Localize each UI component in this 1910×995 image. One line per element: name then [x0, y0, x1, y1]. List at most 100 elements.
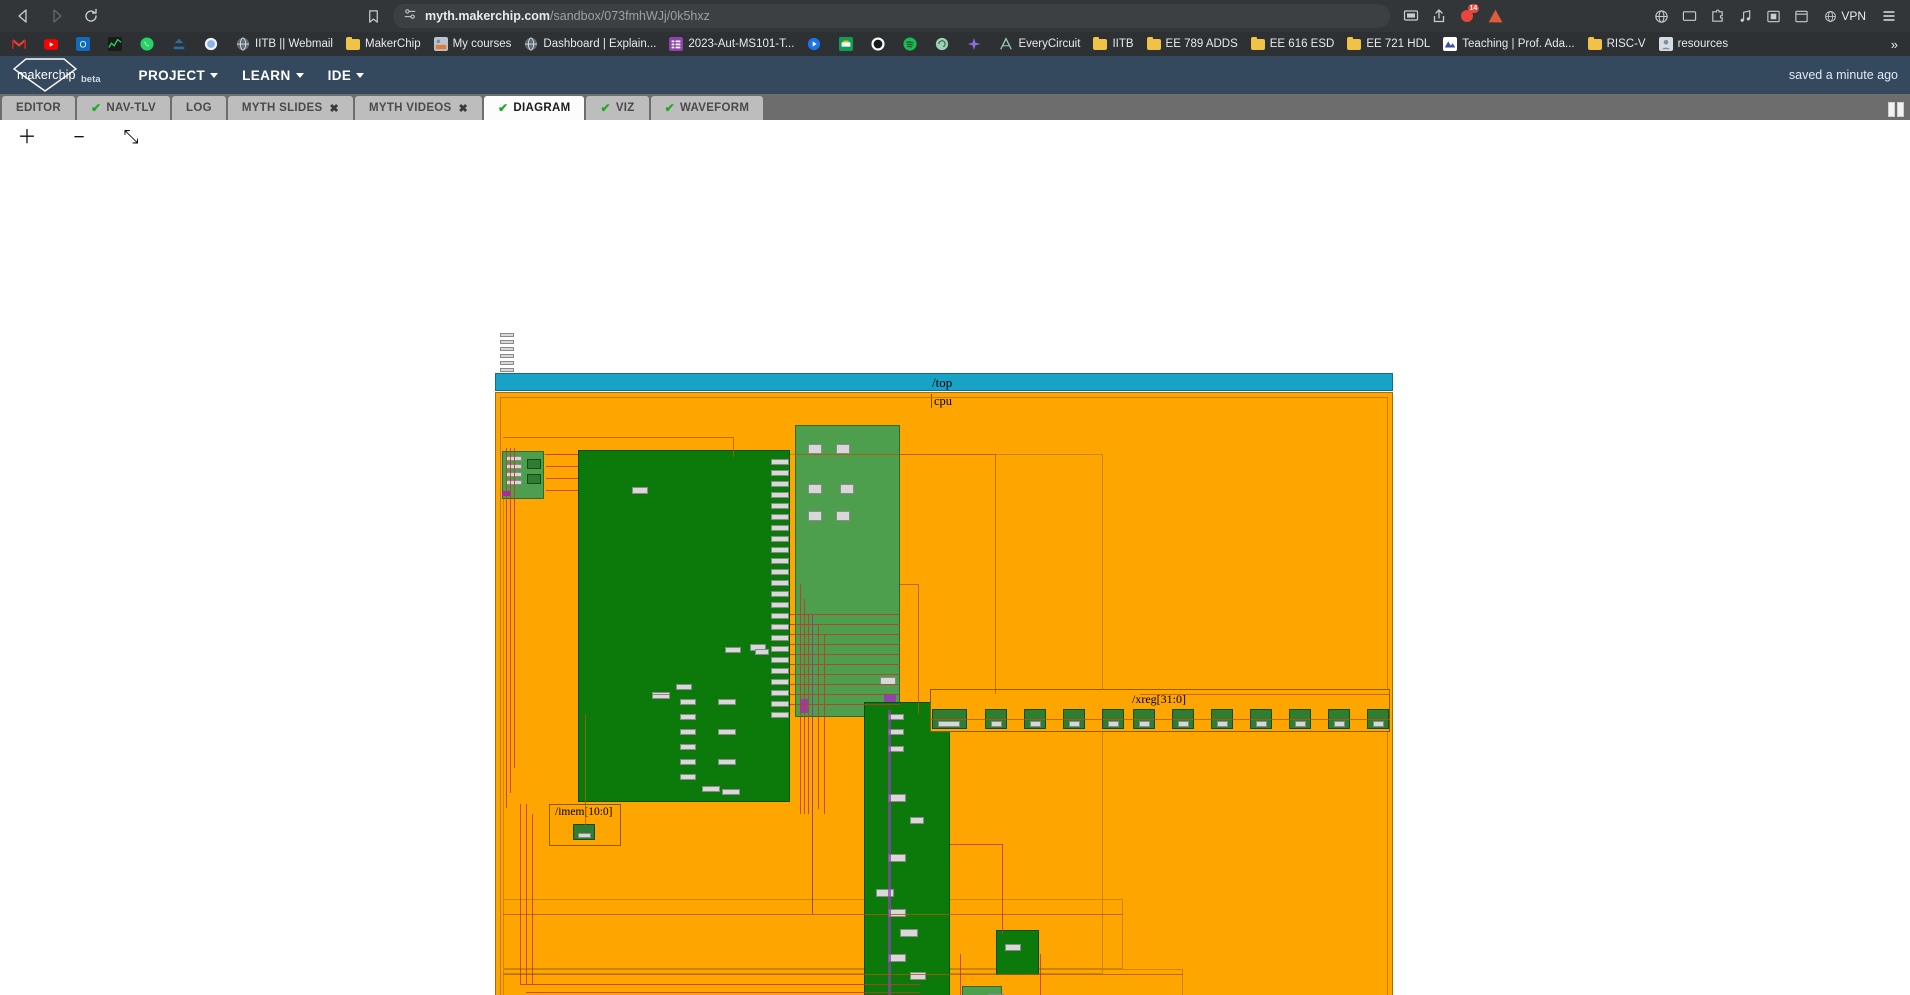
bookmark-label: My courses: [452, 38, 512, 50]
reload-icon[interactable]: [76, 1, 106, 31]
tab-nav-tlv[interactable]: ✔ NAV-TLV: [77, 96, 170, 120]
cast-icon[interactable]: [1398, 3, 1424, 29]
bookmark-item[interactable]: [929, 34, 960, 54]
close-icon[interactable]: ✖: [459, 102, 469, 115]
bookmark-item[interactable]: [134, 34, 165, 54]
zoom-out-button[interactable]: −: [66, 124, 92, 150]
forward-arrow-icon[interactable]: [42, 1, 72, 31]
panel-left-icon: [1888, 102, 1895, 117]
module-imem-label: /imem[10:0]: [555, 806, 613, 818]
bookmark-item-iitb-folder[interactable]: IITB: [1087, 34, 1139, 54]
folder-icon: [345, 37, 360, 51]
globe-icon: [524, 37, 538, 51]
tab-label: DIAGRAM: [513, 102, 571, 114]
chevron-down-icon: [295, 72, 304, 78]
zoom-in-button[interactable]: ＋: [14, 124, 40, 150]
globe-icon: [236, 37, 250, 51]
bookmark-item-ee789[interactable]: EE 789 ADDS: [1141, 34, 1244, 54]
spotify-icon: [903, 37, 918, 51]
bookmark-item-my-courses[interactable]: My courses: [428, 34, 518, 54]
bookmark-item[interactable]: [198, 34, 229, 54]
music-icon[interactable]: [1732, 3, 1758, 29]
hamburger-menu-icon[interactable]: [1876, 3, 1902, 29]
bookmark-item[interactable]: [801, 34, 832, 54]
bookmark-item-riscv[interactable]: RISC-V: [1582, 34, 1652, 54]
fit-to-screen-button[interactable]: ⤡: [118, 124, 144, 150]
bookmark-item[interactable]: [897, 34, 928, 54]
vpn-label: VPN: [1841, 9, 1866, 23]
tune-icon[interactable]: [403, 7, 417, 26]
bookmark-label: Teaching | Prof. Ada...: [1462, 38, 1575, 50]
bookmark-item-teaching[interactable]: Teaching | Prof. Ada...: [1437, 34, 1580, 54]
split-screen-icon[interactable]: [1760, 3, 1786, 29]
bookmark-item-dashboard[interactable]: Dashboard | Explain...: [518, 34, 662, 54]
bookmark-item-ee721[interactable]: EE 721 HDL: [1341, 34, 1436, 54]
menu-learn[interactable]: LEARN: [230, 62, 316, 89]
makerchip-logo[interactable]: makerchip beta: [12, 58, 101, 92]
bookmark-item[interactable]: [865, 34, 896, 54]
menu-ide[interactable]: IDE: [316, 62, 377, 89]
tab-label: LOG: [186, 102, 212, 114]
window-icon[interactable]: [1788, 3, 1814, 29]
save-status: saved a minute ago: [1788, 68, 1898, 82]
port-marker: [884, 694, 896, 702]
bookmark-item-ee616[interactable]: EE 616 ESD: [1245, 34, 1341, 54]
address-bar[interactable]: myth.makerchip.com/sandbox/073fmhWJj/0k5…: [393, 4, 1391, 28]
tab-myth-videos[interactable]: MYTH VIDEOS ✖: [354, 96, 483, 120]
whatsapp-icon: [140, 37, 154, 51]
bookmark-item[interactable]: [38, 34, 69, 54]
share-icon[interactable]: [1426, 3, 1452, 29]
tab-log[interactable]: LOG: [172, 96, 226, 120]
logic-block-pipeline[interactable]: [864, 702, 950, 995]
url-host: myth.makerchip.com: [425, 9, 551, 23]
tab-viz[interactable]: ✔ VIZ: [586, 96, 649, 120]
bookmark-item[interactable]: [833, 34, 864, 54]
logo-wordmark: makerchip: [17, 68, 76, 82]
outlook-icon: O: [76, 37, 90, 51]
extensions-icon[interactable]: 14: [1454, 3, 1480, 29]
check-icon: ✔: [664, 101, 675, 115]
check-icon: ✔: [498, 101, 509, 115]
extension-puzzle-icon[interactable]: [1704, 3, 1730, 29]
bookmark-label: 2023-Aut-MS101-T...: [688, 38, 795, 50]
bookmark-item-resources[interactable]: resources: [1653, 34, 1735, 54]
translate-icon[interactable]: [1648, 3, 1674, 29]
bookmarks-bar: O IITB || Webmail MakerChip My courses D…: [0, 32, 1910, 56]
diagram-canvas[interactable]: /top cpu /xreg[31:0] /imem[10:0]: [0, 154, 1910, 995]
navigation-buttons: [8, 1, 106, 31]
bookmark-label: RISC-V: [1606, 38, 1646, 50]
tab-waveform[interactable]: ✔ WAVEFORM: [650, 96, 764, 120]
tab-diagram[interactable]: ✔ DIAGRAM: [484, 96, 585, 120]
diagram-toolbar: ＋ − ⤡: [0, 120, 1910, 154]
extensions-badge: 14: [1467, 4, 1480, 13]
bookmark-item-everycircuit[interactable]: EveryCircuit: [993, 34, 1086, 54]
logic-block-writeback[interactable]: [996, 930, 1039, 975]
resources-icon: [1658, 37, 1673, 51]
bookmark-item[interactable]: O: [70, 34, 101, 54]
bookmark-label: EE 721 HDL: [1366, 38, 1431, 50]
back-arrow-icon[interactable]: [8, 1, 38, 31]
gemini-icon: [967, 37, 981, 51]
screen-icon[interactable]: [1676, 3, 1702, 29]
profile-avatar-icon[interactable]: [1482, 3, 1508, 29]
bookmark-item-ms101[interactable]: 2023-Aut-MS101-T...: [663, 34, 800, 54]
tab-myth-slides[interactable]: MYTH SLIDES ✖: [227, 96, 353, 120]
tab-editor[interactable]: EDITOR: [2, 96, 76, 120]
bookmark-item[interactable]: [6, 34, 37, 54]
tab-label: MYTH VIDEOS: [368, 102, 452, 114]
bookmark-item[interactable]: [961, 34, 992, 54]
bookmarks-overflow-button[interactable]: »: [1885, 37, 1904, 52]
close-icon[interactable]: ✖: [329, 102, 339, 115]
bookmark-item[interactable]: [102, 34, 133, 54]
check-icon: ✔: [91, 101, 102, 115]
bookmark-item-makerchip[interactable]: MakerChip: [340, 34, 427, 54]
svg-text:O: O: [80, 40, 87, 50]
imem-cell[interactable]: [573, 824, 595, 840]
panel-layout-toggle[interactable]: [1888, 102, 1904, 117]
bookmark-item[interactable]: [166, 34, 197, 54]
moodle-icon: [204, 37, 218, 51]
bookmark-item-iitb-webmail[interactable]: IITB || Webmail: [230, 34, 339, 54]
menu-project[interactable]: PROJECT: [127, 62, 231, 89]
bookmark-icon[interactable]: [359, 2, 387, 30]
vpn-button[interactable]: VPN: [1816, 4, 1874, 28]
